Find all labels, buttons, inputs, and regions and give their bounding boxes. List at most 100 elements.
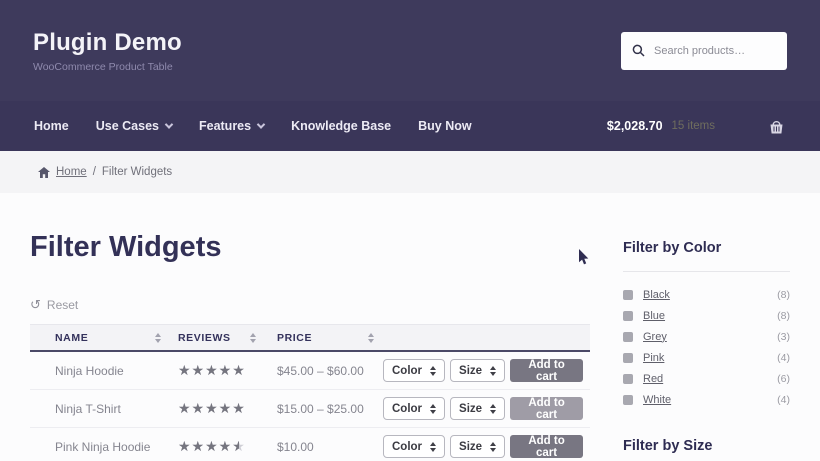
- color-swatch-icon: [623, 289, 633, 300]
- cart-total: $2,028.70: [606, 119, 663, 133]
- column-header-reviews[interactable]: REVIEWS: [170, 325, 265, 350]
- column-label: NAME: [55, 331, 89, 344]
- select-label: Size: [459, 440, 483, 453]
- buy-cell: Color Size Add to cart: [383, 397, 590, 421]
- color-filter-white[interactable]: White (4): [623, 393, 790, 406]
- filter-link[interactable]: Black: [643, 289, 670, 301]
- product-reviews: ★★★★★★★★★★: [170, 439, 265, 454]
- breadcrumb-separator: /: [92, 166, 96, 178]
- color-select[interactable]: Color: [383, 397, 446, 420]
- table-row: Pink Ninja Hoodie ★★★★★★★★★★ $10.00 Colo…: [30, 428, 590, 461]
- sort-icon[interactable]: [368, 332, 374, 343]
- search-input[interactable]: [654, 44, 776, 57]
- main-nav: Home Use Cases Features Knowledge Base B…: [0, 101, 820, 151]
- filter-count: (6): [777, 372, 790, 385]
- select-stepper-icon: [490, 441, 497, 452]
- page-title: Filter Widgets: [30, 231, 222, 263]
- nav-item-use-cases[interactable]: Use Cases: [95, 119, 174, 133]
- reset-filters-link[interactable]: ↺ Reset: [30, 297, 78, 324]
- column-label: REVIEWS: [178, 331, 231, 344]
- add-to-cart-button[interactable]: Add to cart: [510, 397, 583, 421]
- nav-item-buy-now[interactable]: Buy Now: [418, 119, 471, 133]
- select-stepper-icon: [490, 365, 497, 376]
- sort-icon[interactable]: [155, 332, 161, 343]
- filter-count: (4): [777, 393, 790, 406]
- color-filter-grey[interactable]: Grey (3): [623, 331, 790, 343]
- star-rating: ★★★★★★★★★★: [178, 438, 246, 454]
- chevron-down-icon: [164, 120, 174, 129]
- buy-cell: Color Size Add to cart: [383, 359, 590, 383]
- nav-item-label: Features: [198, 119, 252, 133]
- select-label: Size: [459, 364, 483, 377]
- size-select[interactable]: Size: [450, 397, 506, 420]
- select-stepper-icon: [430, 441, 437, 452]
- nav-item-label: Use Cases: [95, 119, 159, 133]
- filter-count: (8): [777, 288, 790, 301]
- color-select[interactable]: Color: [383, 435, 446, 458]
- breadcrumb-current: Filter Widgets: [101, 166, 173, 178]
- table-row: Ninja T-Shirt ★★★★★ ★★★★★ $15.00 – $25.00…: [30, 390, 590, 428]
- product-price: $45.00 – $60.00: [277, 363, 364, 378]
- content-column: Filter Widgets ↺ Reset NAME REVIEWS PRIC…: [30, 193, 590, 461]
- color-swatch-icon: [623, 373, 633, 384]
- product-reviews: ★★★★★★★★★★: [170, 363, 265, 378]
- color-filter-red[interactable]: Red (6): [623, 372, 790, 385]
- color-swatch-icon: [623, 394, 633, 405]
- breadcrumb-home-link[interactable]: Home: [56, 166, 87, 178]
- column-header-name[interactable]: NAME: [30, 325, 170, 350]
- add-to-cart-button[interactable]: Add to cart: [510, 359, 583, 383]
- star-rating: ★★★★★★★★★★: [178, 400, 246, 416]
- filter-sidebar: Filter by Color Black (8) Blue (8) Grey …: [623, 193, 790, 461]
- cart-summary[interactable]: $2,028.70 15 items: [607, 118, 786, 135]
- product-name: Ninja Hoodie: [55, 363, 124, 378]
- color-swatch-icon: [623, 331, 633, 342]
- product-name: Pink Ninja Hoodie: [55, 439, 151, 454]
- select-label: Color: [392, 364, 423, 377]
- reset-label: Reset: [46, 298, 79, 312]
- filter-by-color-title: Filter by Color: [623, 240, 722, 256]
- filter-link[interactable]: White: [643, 394, 671, 406]
- filter-count: (4): [777, 351, 790, 364]
- filter-link[interactable]: Pink: [643, 352, 664, 364]
- filter-link[interactable]: Grey: [643, 331, 667, 343]
- reset-icon: ↺: [30, 297, 41, 312]
- main-content: Filter Widgets ↺ Reset NAME REVIEWS PRIC…: [0, 193, 820, 461]
- cart-basket-icon[interactable]: [767, 118, 786, 135]
- select-label: Color: [392, 440, 423, 453]
- nav-item-label: Knowledge Base: [291, 119, 392, 133]
- product-price: $10.00: [277, 439, 314, 454]
- product-reviews: ★★★★★★★★★★: [170, 401, 265, 416]
- site-header: Plugin Demo WooCommerce Product Table: [0, 0, 820, 101]
- star-rating: ★★★★★★★★★★: [178, 362, 246, 378]
- size-select[interactable]: Size: [450, 359, 506, 382]
- search-box[interactable]: [621, 31, 787, 70]
- column-label: PRICE: [277, 331, 313, 344]
- divider: [623, 271, 790, 272]
- column-header-price[interactable]: PRICE: [265, 325, 383, 350]
- color-swatch-icon: [623, 352, 633, 363]
- breadcrumb: Home / Filter Widgets: [0, 151, 820, 193]
- nav-item-label: Home: [34, 119, 69, 133]
- add-to-cart-button[interactable]: Add to cart: [510, 435, 583, 459]
- nav-item-features[interactable]: Features: [198, 119, 266, 133]
- color-filter-blue[interactable]: Blue (8): [623, 309, 790, 322]
- size-select[interactable]: Size: [450, 435, 506, 458]
- search-icon: [632, 44, 645, 57]
- filter-link[interactable]: Red: [643, 373, 663, 385]
- nav-item-home[interactable]: Home: [34, 119, 69, 133]
- chevron-down-icon: [256, 120, 266, 129]
- site-title[interactable]: Plugin Demo: [33, 29, 182, 57]
- color-filter-pink[interactable]: Pink (4): [623, 351, 790, 364]
- cart-item-count: 15 items: [671, 120, 715, 132]
- column-header-buy: [383, 325, 590, 350]
- color-swatch-icon: [623, 310, 633, 321]
- product-price: $15.00 – $25.00: [277, 401, 364, 416]
- filter-count: (8): [777, 309, 790, 322]
- sort-icon[interactable]: [250, 332, 256, 343]
- filter-link[interactable]: Blue: [643, 310, 665, 322]
- site-branding: Plugin Demo WooCommerce Product Table: [33, 29, 182, 73]
- nav-item-knowledge-base[interactable]: Knowledge Base: [291, 119, 391, 133]
- color-filter-black[interactable]: Black (8): [623, 288, 790, 301]
- color-select[interactable]: Color: [383, 359, 446, 382]
- table-row: Ninja Hoodie ★★★★★ ★★★★★ $45.00 – $60.00 …: [30, 352, 590, 390]
